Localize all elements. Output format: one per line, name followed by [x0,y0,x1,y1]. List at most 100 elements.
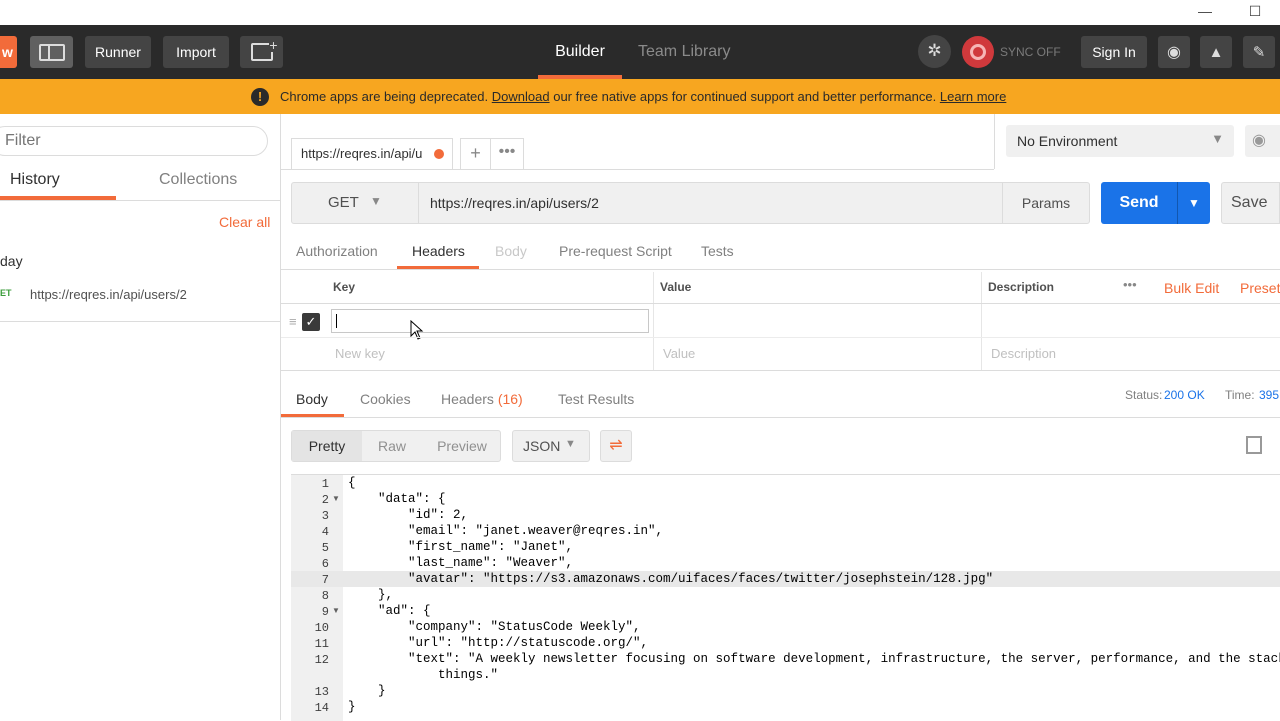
url-input[interactable]: https://reqres.in/api/users/2 [430,195,599,211]
line-number: 4 [321,525,329,539]
code-line: "company": "StatusCode Weekly", [348,620,641,634]
tab-options-button[interactable]: ••• [490,138,524,170]
bulk-edit-link[interactable]: Bulk Edit [1164,280,1219,296]
line-number: 2 [321,493,329,507]
column-key: Key [333,280,356,294]
sidebar-toggle-button[interactable] [30,36,73,68]
history-item[interactable]: ET https://reqres.in/api/users/2 [0,282,280,320]
new-tab-button[interactable]: + [460,138,491,170]
new-window-button[interactable]: + [240,36,283,68]
line-number: 5 [321,541,329,555]
code-line: "data": { [348,492,446,506]
params-button[interactable]: Params [1002,183,1089,223]
line-number: 9 [321,605,329,619]
tab-authorization[interactable]: Authorization [296,243,378,259]
tab-collections[interactable]: Collections [159,171,237,189]
history-item-method: ET [0,288,12,298]
new-window-icon: + [250,38,278,61]
learn-more-link[interactable]: Learn more [940,89,1006,104]
headers-count-badge: (16) [497,391,523,407]
code-line: { [348,476,356,490]
tab-response-body[interactable]: Body [296,391,328,407]
method-select[interactable]: GET ▼ [292,183,419,223]
copy-icon[interactable] [1246,436,1262,454]
tab-cookies[interactable]: Cookies [360,391,411,407]
eye-icon: ◉ [1252,132,1266,149]
warning-icon: ! [251,88,269,106]
header-row-checkbox[interactable]: ✓ [302,313,320,331]
header-key-input[interactable] [331,309,649,333]
clear-all-link[interactable]: Clear all [219,214,270,230]
tab-response-headers-label: Headers [441,391,494,407]
view-pretty-button[interactable]: Pretty [292,431,362,461]
banner-text: Chrome apps are being deprecated. [280,89,489,104]
line-number: 8 [321,589,329,603]
tab-headers[interactable]: Headers [412,243,465,259]
wrench-icon[interactable]: ✎ [1243,36,1275,68]
minimize-button[interactable]: — [1182,0,1228,25]
sign-in-button[interactable]: Sign In [1081,36,1147,68]
save-button[interactable]: Save [1221,182,1280,224]
more-icon[interactable]: ••• [1123,277,1137,292]
sync-icon[interactable] [962,36,994,68]
time-value: 395 [1259,388,1280,402]
app-header: w Runner Import + Builder Team Library ✲… [0,25,1280,79]
environment-select[interactable]: No Environment ▼ [1006,125,1234,157]
line-number: 13 [314,685,329,699]
tab-tests[interactable]: Tests [701,243,734,259]
format-label: JSON [523,438,561,454]
view-raw-button[interactable]: Raw [362,431,422,461]
bell-icon[interactable]: ▲ [1200,36,1232,68]
code-line: "last_name": "Weaver", [348,556,574,570]
history-item-url: https://reqres.in/api/users/2 [30,287,187,302]
new-button[interactable]: w [0,36,17,68]
presets-link[interactable]: Preset [1240,280,1280,296]
new-description-input[interactable]: Description [991,346,1056,361]
wrap-lines-button[interactable]: ⇌ [600,430,632,462]
environment-quicklook-button[interactable]: ◉ [1245,125,1280,157]
import-button[interactable]: Import [163,36,229,68]
send-button[interactable]: Send [1101,182,1177,224]
satellite-icon: ✲ [927,41,942,60]
environment-label: No Environment [1017,133,1118,149]
tab-team-library[interactable]: Team Library [638,25,738,79]
download-link[interactable]: Download [492,89,550,104]
tab-pre-request-script[interactable]: Pre-request Script [559,243,672,259]
drag-handle-icon[interactable]: ≡ [289,314,297,329]
view-mode-group: Pretty Raw Preview [291,430,501,462]
deprecation-banner: ! Chrome apps are being deprecated. Down… [0,79,1280,114]
new-key-input[interactable]: New key [335,346,385,361]
tab-test-results[interactable]: Test Results [558,391,634,407]
send-options-button[interactable]: ▼ [1178,182,1210,224]
banner-text-2: our free native apps for continued suppo… [553,89,937,104]
code-line: }, [348,588,394,602]
filter-input[interactable] [5,131,245,151]
code-line: "text": "A weekly newsletter focusing on… [348,652,1280,666]
runner-button[interactable]: Runner [85,36,151,68]
tab-body[interactable]: Body [495,243,527,259]
new-value-input[interactable]: Value [663,346,695,361]
line-number: 12 [314,653,329,667]
code-line: "url": "http://statuscode.org/", [348,636,649,650]
tab-builder[interactable]: Builder [538,25,622,79]
tab-response-headers[interactable]: Headers (16) [441,391,523,407]
chevron-down-icon: ▼ [1211,131,1224,146]
interceptor-button[interactable]: ✲ [918,35,951,68]
filter-box[interactable] [0,126,268,156]
format-select[interactable]: JSON ▼ [512,430,590,462]
code-line: } [348,684,386,698]
view-preview-button[interactable]: Preview [422,431,502,461]
globe-icon[interactable]: ◉ [1158,36,1190,68]
column-description: Description [988,280,1055,294]
fold-arrow-icon[interactable]: ▼ [332,606,340,615]
more-icon: ••• [498,143,516,160]
fold-arrow-icon[interactable]: ▼ [332,494,340,503]
status-value: 200 OK [1164,388,1205,402]
tab-history[interactable]: History [10,171,60,189]
check-icon: ✓ [305,314,317,329]
response-body-editor[interactable]: 1 2 3 4 5 6 7 8 9 10 11 12 13 14 ▼ ▼ { "data": { "id": … [291,474,1280,721]
maximize-button[interactable]: ☐ [1232,0,1278,25]
unsaved-dot-icon [434,149,444,159]
request-tab[interactable]: https://reqres.in/api/u [291,138,453,170]
history-group-label: day [0,253,23,269]
